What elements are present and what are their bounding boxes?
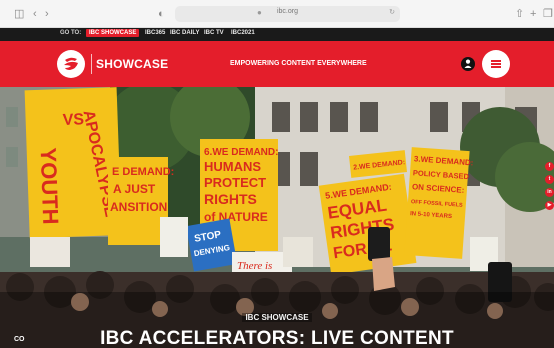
- ibc-logo[interactable]: [57, 50, 85, 78]
- forward-icon[interactable]: ›: [45, 8, 49, 20]
- hamburger-icon-line: [491, 66, 501, 68]
- sign-humans-line4: RIGHTS: [204, 191, 257, 207]
- brand-name[interactable]: SHOWCASE: [96, 57, 168, 71]
- youtube-icon: ▶: [547, 202, 552, 208]
- hero-kicker-text: IBC SHOWCASE: [242, 313, 312, 322]
- menu-button[interactable]: [482, 50, 510, 78]
- linkedin-share-button[interactable]: in: [545, 188, 554, 197]
- hero-banner[interactable]: YOUTH VS APOCALYPSE E DEMAND: A JUST ANS…: [0, 87, 554, 348]
- new-tab-icon[interactable]: +: [530, 8, 536, 20]
- goto-bar: GO TO: IBC SHOWCASE IBC365 IBC DAILY IBC…: [0, 28, 554, 41]
- account-button[interactable]: [461, 57, 475, 71]
- ibc-logo-mark-icon: [64, 57, 78, 70]
- facebook-share-button[interactable]: f: [545, 162, 554, 171]
- goto-link-ibc-tv[interactable]: IBC TV: [204, 30, 224, 36]
- back-icon[interactable]: ‹: [33, 8, 37, 20]
- facebook-icon: f: [548, 163, 551, 169]
- logo-divider: [91, 54, 92, 74]
- hero-headline[interactable]: IBC ACCELERATORS: LIVE CONTENT: [0, 328, 554, 348]
- tagline: EMPOWERING CONTENT EVERYWHERE: [230, 60, 367, 67]
- sign-humans-line3: PROTECT: [204, 175, 266, 190]
- twitter-share-button[interactable]: t: [545, 175, 554, 184]
- sign-humans-line1: 6.WE DEMAND:: [204, 147, 278, 158]
- browser-toolbar: ◫ ‹ › ◐ ● ibc.org ↻ ⇧ + ❐: [0, 0, 554, 28]
- twitter-icon: t: [548, 176, 551, 182]
- sign-youth-text: YOUTH: [36, 147, 64, 225]
- sign-transition-line1: E DEMAND:: [112, 166, 174, 178]
- goto-link-ibc-daily[interactable]: IBC DAILY: [170, 30, 199, 36]
- user-icon: [464, 59, 472, 68]
- goto-label: GO TO:: [60, 30, 82, 36]
- sign-there-is: There is: [237, 260, 272, 272]
- hero-kicker: IBC SHOWCASE: [0, 313, 554, 322]
- tab-overview-icon[interactable]: ❐: [543, 8, 553, 20]
- goto-link-ibc365[interactable]: IBC365: [145, 30, 165, 36]
- translate-reload-icon[interactable]: ↻: [389, 8, 395, 16]
- hamburger-icon: [491, 60, 501, 62]
- site-header: SHOWCASE EMPOWERING CONTENT EVERYWHERE: [0, 41, 554, 87]
- share-icon[interactable]: ⇧: [515, 8, 524, 20]
- privacy-shield-icon[interactable]: ◐: [158, 8, 165, 20]
- linkedin-icon: in: [547, 189, 552, 195]
- protest-photo: YOUTH VS APOCALYPSE E DEMAND: A JUST ANS…: [0, 87, 554, 348]
- goto-link-ibc2021[interactable]: IBC2021: [231, 30, 255, 36]
- address-bar[interactable]: ● ibc.org ↻: [175, 6, 400, 22]
- sign-humans-line2: HUMANS: [204, 159, 261, 174]
- sign-transition-line2: A JUST: [113, 182, 156, 196]
- sidebar-toggle-icon[interactable]: ◫: [14, 8, 24, 20]
- sign-transition-line3: ANSITION: [110, 200, 167, 214]
- address-text: ibc.org: [276, 8, 298, 15]
- goto-link-ibc-showcase[interactable]: IBC SHOWCASE: [86, 29, 140, 37]
- youtube-share-button[interactable]: ▶: [545, 201, 554, 210]
- hamburger-icon-line: [491, 63, 501, 65]
